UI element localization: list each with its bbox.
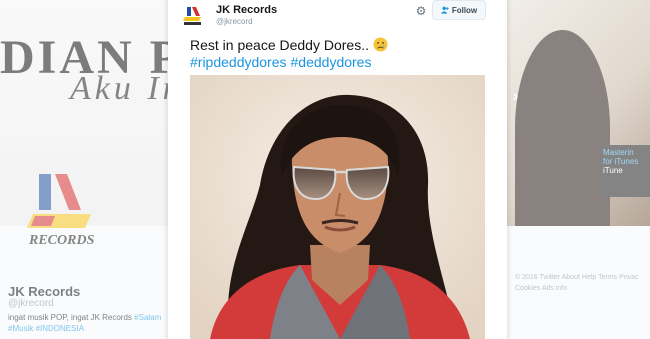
crying-face-icon <box>373 37 388 52</box>
gear-icon[interactable]: ⚙ <box>414 4 428 18</box>
modal-shadow-right <box>507 0 512 339</box>
tweet-body: Rest in peace Deddy Dores.. <box>190 37 369 53</box>
tweet-text: Rest in peace Deddy Dores.. #ripdeddydor… <box>190 37 490 71</box>
follow-button[interactable]: Follow <box>432 0 486 20</box>
tweet-modal: JK Records @jkrecord ⚙ Follow Rest in pe… <box>168 0 507 339</box>
author-name[interactable]: JK Records <box>216 4 277 16</box>
add-user-icon <box>441 6 449 14</box>
author-handle[interactable]: @jkrecord <box>216 17 253 26</box>
portrait-image <box>190 75 485 339</box>
hashtag-link[interactable]: #ripdeddydores <box>190 54 287 70</box>
follow-button-label: Follow <box>451 5 478 15</box>
hashtag-link[interactable]: #deddydores <box>291 54 372 70</box>
avatar[interactable] <box>182 5 204 27</box>
tweet-photo[interactable] <box>190 75 485 339</box>
